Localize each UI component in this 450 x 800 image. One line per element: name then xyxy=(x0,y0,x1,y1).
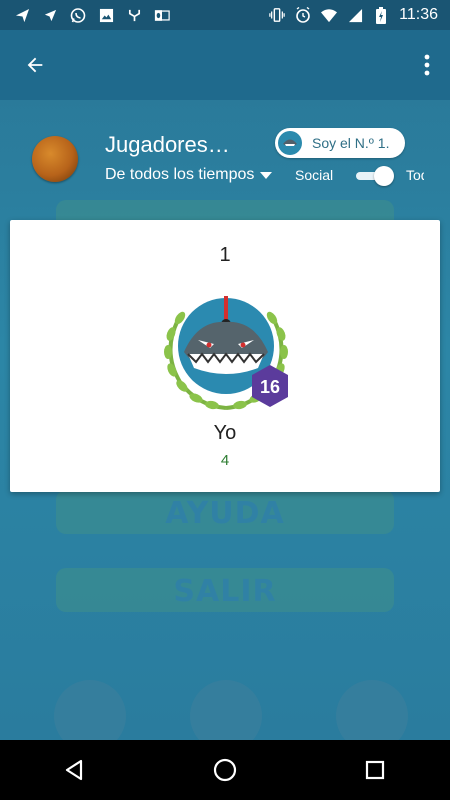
image-icon xyxy=(98,7,114,23)
leaderboard-header: Jugadores… De todos los tiempos Social T… xyxy=(0,100,450,220)
battery-charging-icon xyxy=(373,6,389,24)
square-recents-icon xyxy=(365,760,385,780)
leaderboard-title: Jugadores… xyxy=(105,132,230,157)
background-exit-label: SALIR xyxy=(173,574,277,609)
nav-back-button[interactable] xyxy=(55,750,95,790)
more-vert-icon xyxy=(424,54,430,76)
status-bar: 11:36 xyxy=(0,0,450,30)
player-name: Yo xyxy=(213,422,237,444)
nav-home-button[interactable] xyxy=(205,750,245,790)
player-score: 4 xyxy=(220,452,230,469)
shark-icon xyxy=(184,296,268,374)
alarm-icon xyxy=(295,7,311,23)
status-clock: 11:36 xyxy=(399,6,438,23)
navigation-icon xyxy=(42,7,58,23)
time-filter-dropdown[interactable]: De todos los tiempos xyxy=(105,166,273,184)
nav-recents-button[interactable] xyxy=(355,750,395,790)
arrow-back-icon xyxy=(27,57,43,73)
shark-avatar-icon xyxy=(278,131,302,155)
vibrate-icon xyxy=(269,7,285,23)
time-filter-label: De todos los tiempos xyxy=(105,166,255,183)
signal-icon xyxy=(347,7,363,23)
social-label: Social xyxy=(295,167,334,183)
sync-icon xyxy=(126,7,142,23)
player-level: 16 xyxy=(260,377,280,397)
leaderboard-card: 1 16 Yo 4 xyxy=(10,220,440,492)
dropdown-arrow-icon xyxy=(260,171,273,179)
game-icon xyxy=(32,136,78,182)
send-icon xyxy=(14,7,30,23)
level-badge: 16 xyxy=(252,365,288,407)
outlook-icon xyxy=(154,7,170,23)
player-rank: 1 xyxy=(219,244,231,266)
all-label: Todos xyxy=(406,167,424,183)
my-rank-chip[interactable]: Soy el N.º 1. xyxy=(275,128,405,158)
circle-home-icon xyxy=(213,758,237,782)
my-rank-label: Soy el N.º 1. xyxy=(312,135,390,151)
back-button[interactable] xyxy=(18,48,52,82)
triangle-back-icon xyxy=(65,759,83,781)
social-all-toggle[interactable] xyxy=(356,166,396,186)
app-bar xyxy=(0,30,450,100)
whatsapp-icon xyxy=(70,7,86,23)
overflow-menu-button[interactable] xyxy=(416,48,438,82)
toggle-knob xyxy=(374,166,394,186)
background-help-label: AYUDA xyxy=(165,496,285,531)
system-navigation-bar xyxy=(0,740,450,800)
wifi-icon xyxy=(321,7,338,23)
